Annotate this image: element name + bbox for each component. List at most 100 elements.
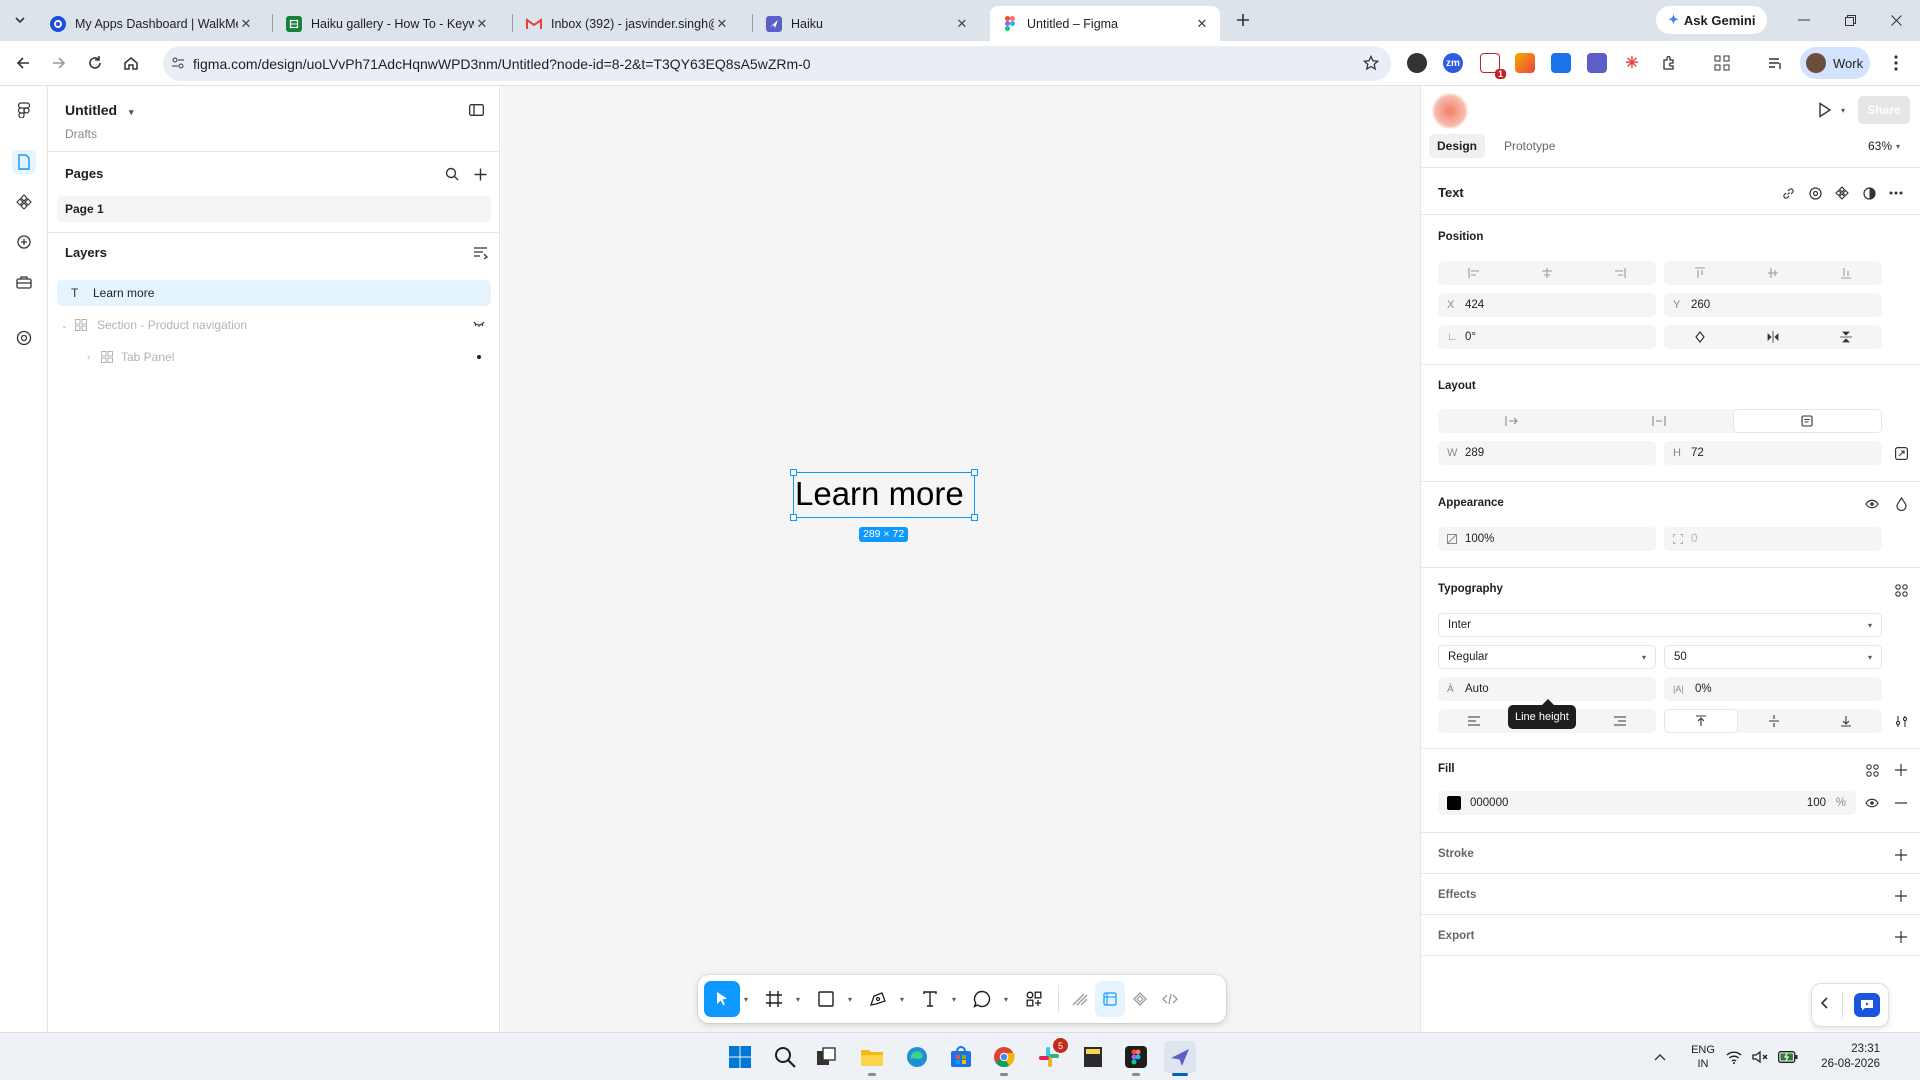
shape-tool-chevron-icon[interactable]: ▾	[844, 995, 856, 1004]
reload-icon[interactable]	[81, 49, 109, 77]
browser-tab-gmail[interactable]: Inbox (392) - jasvinder.singh@v ✕	[514, 6, 740, 41]
chevron-down-icon[interactable]: ▾	[1841, 106, 1845, 115]
comment-tool-icon[interactable]	[964, 981, 1000, 1017]
zoom-extension-icon[interactable]: zm	[1443, 53, 1463, 73]
task-view-icon[interactable]	[810, 1041, 842, 1073]
layer-row-learn-more[interactable]: T Learn more	[57, 280, 491, 306]
fill-opacity-value[interactable]: 100	[1807, 797, 1826, 809]
width-field[interactable]: W 289	[1438, 441, 1656, 465]
chat-assistant-icon[interactable]	[1854, 993, 1880, 1017]
search-icon[interactable]	[769, 1041, 801, 1073]
present-play-icon[interactable]	[1814, 99, 1836, 121]
height-field[interactable]: H 72	[1664, 441, 1882, 465]
new-tab-plus-icon[interactable]	[1229, 6, 1257, 34]
browser-tab-sheets[interactable]: Haiku gallery - How To - Keywo ✕	[274, 6, 500, 41]
blend-mode-drop-icon[interactable]	[1890, 493, 1912, 515]
back-arrow-icon[interactable]	[9, 49, 37, 77]
align-horizontal-center-icon[interactable]	[1511, 261, 1584, 285]
figma-menu-icon[interactable]	[12, 98, 36, 122]
pen-extension-icon[interactable]	[1515, 53, 1535, 73]
close-tab-icon[interactable]: ✕	[714, 16, 730, 32]
extensions-puzzle-icon[interactable]	[1659, 53, 1679, 73]
font-family-select[interactable]: Inter ▾	[1438, 613, 1882, 637]
fixed-size-icon[interactable]	[1732, 409, 1882, 433]
microsoft-store-icon[interactable]	[945, 1041, 977, 1073]
site-settings-icon[interactable]	[171, 56, 185, 70]
text-align-left-icon[interactable]	[1438, 709, 1511, 733]
address-bar[interactable]: figma.com/design/uoLVvPh71AdcHqnwWPD3nm/…	[163, 46, 1391, 81]
text-tool-icon[interactable]	[912, 981, 948, 1017]
clock[interactable]: 23:31 26-08-2026	[1810, 1042, 1880, 1072]
minimize-window-icon[interactable]	[1790, 6, 1818, 34]
chevron-right-icon[interactable]: ›	[87, 352, 101, 363]
dev-mode-code-icon[interactable]	[1155, 981, 1185, 1017]
browser-tab-walkme[interactable]: My Apps Dashboard | WalkMe ✕	[38, 6, 264, 41]
align-top-icon[interactable]	[1664, 261, 1737, 285]
dev-mode-icon[interactable]	[12, 326, 36, 350]
figma-app-icon[interactable]	[1120, 1041, 1152, 1076]
system-tray[interactable]	[1726, 1047, 1798, 1067]
close-tab-icon[interactable]: ✕	[474, 16, 490, 32]
share-button[interactable]: Share	[1858, 96, 1910, 124]
text-styles-grid-icon[interactable]	[1890, 579, 1912, 601]
toggle-sidebar-icon[interactable]	[464, 98, 488, 122]
line-height-field[interactable]: Ā Auto	[1438, 677, 1656, 701]
file-pages-icon[interactable]	[12, 150, 36, 174]
tab-search-chevron-icon[interactable]	[6, 6, 34, 34]
show-hidden-icons-chevron-icon[interactable]	[1648, 1041, 1672, 1073]
slack-icon[interactable]: 5	[1033, 1038, 1068, 1073]
add-effect-plus-icon[interactable]	[1890, 885, 1912, 907]
close-window-icon[interactable]	[1882, 6, 1910, 34]
hidden-eye-icon[interactable]	[473, 320, 485, 328]
fill-visibility-eye-icon[interactable]	[1861, 792, 1883, 814]
align-left-icon[interactable]	[1438, 261, 1511, 285]
file-title[interactable]: Untitled ▾	[65, 102, 134, 118]
comment-tool-chevron-icon[interactable]: ▾	[1000, 995, 1012, 1004]
font-weight-select[interactable]: Regular ▾	[1438, 645, 1656, 669]
tab-prototype[interactable]: Prototype	[1496, 134, 1563, 158]
layer-row-tab-panel[interactable]: › Tab Panel	[57, 344, 491, 370]
fill-swatch[interactable]	[1447, 796, 1461, 810]
hidden-dot-icon[interactable]	[477, 355, 481, 359]
text-align-right-icon[interactable]	[1583, 709, 1656, 733]
toolbox-icon[interactable]	[12, 270, 36, 294]
mask-icon[interactable]	[1858, 182, 1880, 204]
letter-spacing-field[interactable]: |A| 0%	[1664, 677, 1882, 701]
align-vertical-center-icon[interactable]	[1737, 261, 1810, 285]
visibility-eye-icon[interactable]	[1861, 493, 1883, 515]
plugins-icon[interactable]	[12, 230, 36, 254]
close-tab-icon[interactable]: ✕	[238, 16, 254, 32]
sparkle-extension-icon[interactable]: ✳	[1622, 53, 1642, 73]
extension-badge-icon[interactable]: 1	[1480, 53, 1506, 79]
haiku-app-icon[interactable]	[1164, 1041, 1196, 1076]
rotation-field[interactable]: ∟ 0°	[1438, 325, 1656, 349]
move-tool-icon[interactable]	[704, 981, 740, 1017]
auto-width-icon[interactable]	[1438, 409, 1585, 433]
remove-fill-minus-icon[interactable]	[1890, 792, 1912, 814]
collapse-chevron-left-icon[interactable]	[1820, 996, 1830, 1010]
add-page-plus-icon[interactable]	[468, 162, 492, 186]
home-icon[interactable]	[117, 49, 145, 77]
rectangle-tool-icon[interactable]	[808, 981, 844, 1017]
add-export-plus-icon[interactable]	[1890, 926, 1912, 948]
design-canvas[interactable]: Learn more 289 × 72	[501, 86, 1420, 1032]
actions-tool-icon[interactable]	[1016, 981, 1052, 1017]
frame-tool-icon[interactable]	[756, 981, 792, 1017]
browser-tab-figma[interactable]: Untitled – Figma ✕	[990, 6, 1220, 41]
move-tool-chevron-icon[interactable]: ▾	[740, 995, 752, 1004]
browser-menu-icon[interactable]	[1882, 49, 1910, 77]
frame-tool-chevron-icon[interactable]: ▾	[792, 995, 804, 1004]
media-control-icon[interactable]	[1766, 53, 1786, 73]
auto-height-icon[interactable]	[1585, 409, 1732, 433]
target-icon[interactable]	[1804, 182, 1826, 204]
flip-vertical-icon[interactable]	[1809, 325, 1882, 349]
component-mode-icon[interactable]	[1125, 981, 1155, 1017]
file-explorer-icon[interactable]	[856, 1041, 888, 1076]
sticky-notes-icon[interactable]	[1077, 1041, 1109, 1073]
font-size-select[interactable]: 50 ▾	[1664, 645, 1882, 669]
page-item-page-1[interactable]: Page 1	[57, 196, 491, 222]
layer-row-section-product-navigation[interactable]: ⌄ Section - Product navigation	[57, 312, 491, 338]
text-tool-chevron-icon[interactable]: ▾	[948, 995, 960, 1004]
opacity-field[interactable]: 100%	[1438, 527, 1656, 551]
add-stroke-plus-icon[interactable]	[1890, 844, 1912, 866]
